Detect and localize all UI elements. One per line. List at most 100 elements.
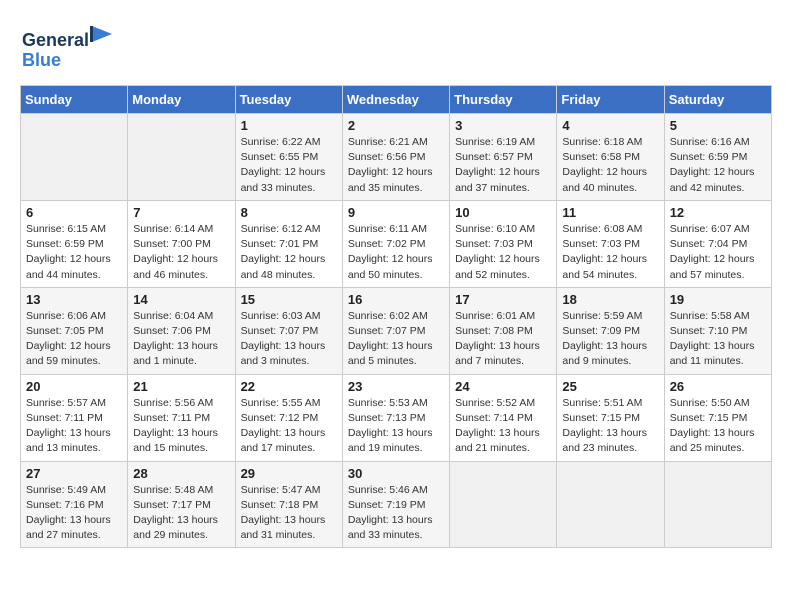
- calendar-table: SundayMondayTuesdayWednesdayThursdayFrid…: [20, 85, 772, 548]
- day-info: Sunrise: 6:02 AM Sunset: 7:07 PM Dayligh…: [348, 309, 444, 370]
- weekday-header-sunday: Sunday: [21, 86, 128, 114]
- day-number: 23: [348, 379, 444, 394]
- day-info: Sunrise: 6:15 AM Sunset: 6:59 PM Dayligh…: [26, 222, 122, 283]
- calendar-cell: 2 Sunrise: 6:21 AM Sunset: 6:56 PM Daylig…: [342, 114, 449, 201]
- calendar-cell: 6 Sunrise: 6:15 AM Sunset: 6:59 PM Daylig…: [21, 200, 128, 287]
- calendar-cell: 25 Sunrise: 5:51 AM Sunset: 7:15 PM Dayli…: [557, 374, 664, 461]
- day-info: Sunrise: 6:11 AM Sunset: 7:02 PM Dayligh…: [348, 222, 444, 283]
- day-info: Sunrise: 6:07 AM Sunset: 7:04 PM Dayligh…: [670, 222, 766, 283]
- day-number: 10: [455, 205, 551, 220]
- calendar-cell: 13 Sunrise: 6:06 AM Sunset: 7:05 PM Dayli…: [21, 287, 128, 374]
- day-number: 9: [348, 205, 444, 220]
- day-info: Sunrise: 6:21 AM Sunset: 6:56 PM Dayligh…: [348, 135, 444, 196]
- calendar-cell: 17Sunrise: 6:01 AM Sunset: 7:08 PM Dayli…: [450, 287, 557, 374]
- page-header: General Blue: [20, 20, 772, 75]
- day-info: Sunrise: 5:56 AM Sunset: 7:11 PM Dayligh…: [133, 396, 229, 457]
- calendar-cell: 21 Sunrise: 5:56 AM Sunset: 7:11 PM Dayli…: [128, 374, 235, 461]
- day-info: Sunrise: 6:08 AM Sunset: 7:03 PM Dayligh…: [562, 222, 658, 283]
- day-info: Sunrise: 6:18 AM Sunset: 6:58 PM Dayligh…: [562, 135, 658, 196]
- day-number: 8: [241, 205, 337, 220]
- day-info: Sunrise: 5:49 AM Sunset: 7:16 PM Dayligh…: [26, 483, 122, 544]
- day-number: 6: [26, 205, 122, 220]
- calendar-cell: 30 Sunrise: 5:46 AM Sunset: 7:19 PM Dayli…: [342, 461, 449, 548]
- day-number: 29: [241, 466, 337, 481]
- calendar-cell: 15 Sunrise: 6:03 AM Sunset: 7:07 PM Dayli…: [235, 287, 342, 374]
- day-info: Sunrise: 5:47 AM Sunset: 7:18 PM Dayligh…: [241, 483, 337, 544]
- calendar-cell: [21, 114, 128, 201]
- calendar-week-row: 27 Sunrise: 5:49 AM Sunset: 7:16 PM Dayli…: [21, 461, 772, 548]
- weekday-header-friday: Friday: [557, 86, 664, 114]
- calendar-cell: 18 Sunrise: 5:59 AM Sunset: 7:09 PM Dayli…: [557, 287, 664, 374]
- calendar-cell: 19 Sunrise: 5:58 AM Sunset: 7:10 PM Dayli…: [664, 287, 771, 374]
- calendar-cell: 7Sunrise: 6:14 AM Sunset: 7:00 PM Daylig…: [128, 200, 235, 287]
- day-info: Sunrise: 5:55 AM Sunset: 7:12 PM Dayligh…: [241, 396, 337, 457]
- day-number: 27: [26, 466, 122, 481]
- day-number: 16: [348, 292, 444, 307]
- day-number: 4: [562, 118, 658, 133]
- day-number: 12: [670, 205, 766, 220]
- day-number: 5: [670, 118, 766, 133]
- calendar-cell: 20 Sunrise: 5:57 AM Sunset: 7:11 PM Dayli…: [21, 374, 128, 461]
- calendar-cell: [128, 114, 235, 201]
- calendar-cell: 11Sunrise: 6:08 AM Sunset: 7:03 PM Dayli…: [557, 200, 664, 287]
- day-number: 15: [241, 292, 337, 307]
- calendar-cell: 12 Sunrise: 6:07 AM Sunset: 7:04 PM Dayli…: [664, 200, 771, 287]
- calendar-cell: 4 Sunrise: 6:18 AM Sunset: 6:58 PM Daylig…: [557, 114, 664, 201]
- day-info: Sunrise: 5:53 AM Sunset: 7:13 PM Dayligh…: [348, 396, 444, 457]
- day-info: Sunrise: 6:04 AM Sunset: 7:06 PM Dayligh…: [133, 309, 229, 370]
- day-number: 1: [241, 118, 337, 133]
- day-number: 30: [348, 466, 444, 481]
- day-info: Sunrise: 6:14 AM Sunset: 7:00 PM Dayligh…: [133, 222, 229, 283]
- calendar-cell: 24Sunrise: 5:52 AM Sunset: 7:14 PM Dayli…: [450, 374, 557, 461]
- day-number: 24: [455, 379, 551, 394]
- day-info: Sunrise: 6:22 AM Sunset: 6:55 PM Dayligh…: [241, 135, 337, 196]
- day-number: 13: [26, 292, 122, 307]
- day-info: Sunrise: 5:50 AM Sunset: 7:15 PM Dayligh…: [670, 396, 766, 457]
- calendar-cell: 28Sunrise: 5:48 AM Sunset: 7:17 PM Dayli…: [128, 461, 235, 548]
- day-number: 21: [133, 379, 229, 394]
- day-number: 3: [455, 118, 551, 133]
- calendar-cell: 22 Sunrise: 5:55 AM Sunset: 7:12 PM Dayli…: [235, 374, 342, 461]
- calendar-cell: 26Sunrise: 5:50 AM Sunset: 7:15 PM Dayli…: [664, 374, 771, 461]
- day-info: Sunrise: 5:48 AM Sunset: 7:17 PM Dayligh…: [133, 483, 229, 544]
- day-number: 22: [241, 379, 337, 394]
- calendar-cell: 29 Sunrise: 5:47 AM Sunset: 7:18 PM Dayli…: [235, 461, 342, 548]
- calendar-cell: 8Sunrise: 6:12 AM Sunset: 7:01 PM Daylig…: [235, 200, 342, 287]
- day-number: 18: [562, 292, 658, 307]
- day-number: 19: [670, 292, 766, 307]
- day-info: Sunrise: 6:03 AM Sunset: 7:07 PM Dayligh…: [241, 309, 337, 370]
- calendar-cell: 14 Sunrise: 6:04 AM Sunset: 7:06 PM Dayli…: [128, 287, 235, 374]
- day-info: Sunrise: 5:57 AM Sunset: 7:11 PM Dayligh…: [26, 396, 122, 457]
- day-info: Sunrise: 6:10 AM Sunset: 7:03 PM Dayligh…: [455, 222, 551, 283]
- logo: General Blue: [20, 20, 120, 75]
- calendar-cell: [664, 461, 771, 548]
- day-info: Sunrise: 5:51 AM Sunset: 7:15 PM Dayligh…: [562, 396, 658, 457]
- calendar-cell: 5 Sunrise: 6:16 AM Sunset: 6:59 PM Daylig…: [664, 114, 771, 201]
- calendar-cell: 3 Sunrise: 6:19 AM Sunset: 6:57 PM Daylig…: [450, 114, 557, 201]
- day-info: Sunrise: 5:59 AM Sunset: 7:09 PM Dayligh…: [562, 309, 658, 370]
- day-info: Sunrise: 5:46 AM Sunset: 7:19 PM Dayligh…: [348, 483, 444, 544]
- calendar-cell: 9 Sunrise: 6:11 AM Sunset: 7:02 PM Daylig…: [342, 200, 449, 287]
- calendar-week-row: 13 Sunrise: 6:06 AM Sunset: 7:05 PM Dayli…: [21, 287, 772, 374]
- day-info: Sunrise: 5:58 AM Sunset: 7:10 PM Dayligh…: [670, 309, 766, 370]
- day-info: Sunrise: 6:06 AM Sunset: 7:05 PM Dayligh…: [26, 309, 122, 370]
- calendar-week-row: 6 Sunrise: 6:15 AM Sunset: 6:59 PM Daylig…: [21, 200, 772, 287]
- calendar-week-row: 20 Sunrise: 5:57 AM Sunset: 7:11 PM Dayli…: [21, 374, 772, 461]
- logo-svg: General Blue: [20, 20, 120, 75]
- day-info: Sunrise: 6:19 AM Sunset: 6:57 PM Dayligh…: [455, 135, 551, 196]
- day-info: Sunrise: 6:16 AM Sunset: 6:59 PM Dayligh…: [670, 135, 766, 196]
- weekday-header-monday: Monday: [128, 86, 235, 114]
- weekday-header-tuesday: Tuesday: [235, 86, 342, 114]
- calendar-cell: 27 Sunrise: 5:49 AM Sunset: 7:16 PM Dayli…: [21, 461, 128, 548]
- calendar-week-row: 1 Sunrise: 6:22 AM Sunset: 6:55 PM Daylig…: [21, 114, 772, 201]
- calendar-cell: 16 Sunrise: 6:02 AM Sunset: 7:07 PM Dayli…: [342, 287, 449, 374]
- day-number: 25: [562, 379, 658, 394]
- weekday-header-row: SundayMondayTuesdayWednesdayThursdayFrid…: [21, 86, 772, 114]
- svg-text:General: General: [22, 30, 89, 50]
- calendar-cell: 23 Sunrise: 5:53 AM Sunset: 7:13 PM Dayli…: [342, 374, 449, 461]
- day-number: 14: [133, 292, 229, 307]
- calendar-cell: 10 Sunrise: 6:10 AM Sunset: 7:03 PM Dayli…: [450, 200, 557, 287]
- svg-text:Blue: Blue: [22, 50, 61, 70]
- day-number: 2: [348, 118, 444, 133]
- day-number: 20: [26, 379, 122, 394]
